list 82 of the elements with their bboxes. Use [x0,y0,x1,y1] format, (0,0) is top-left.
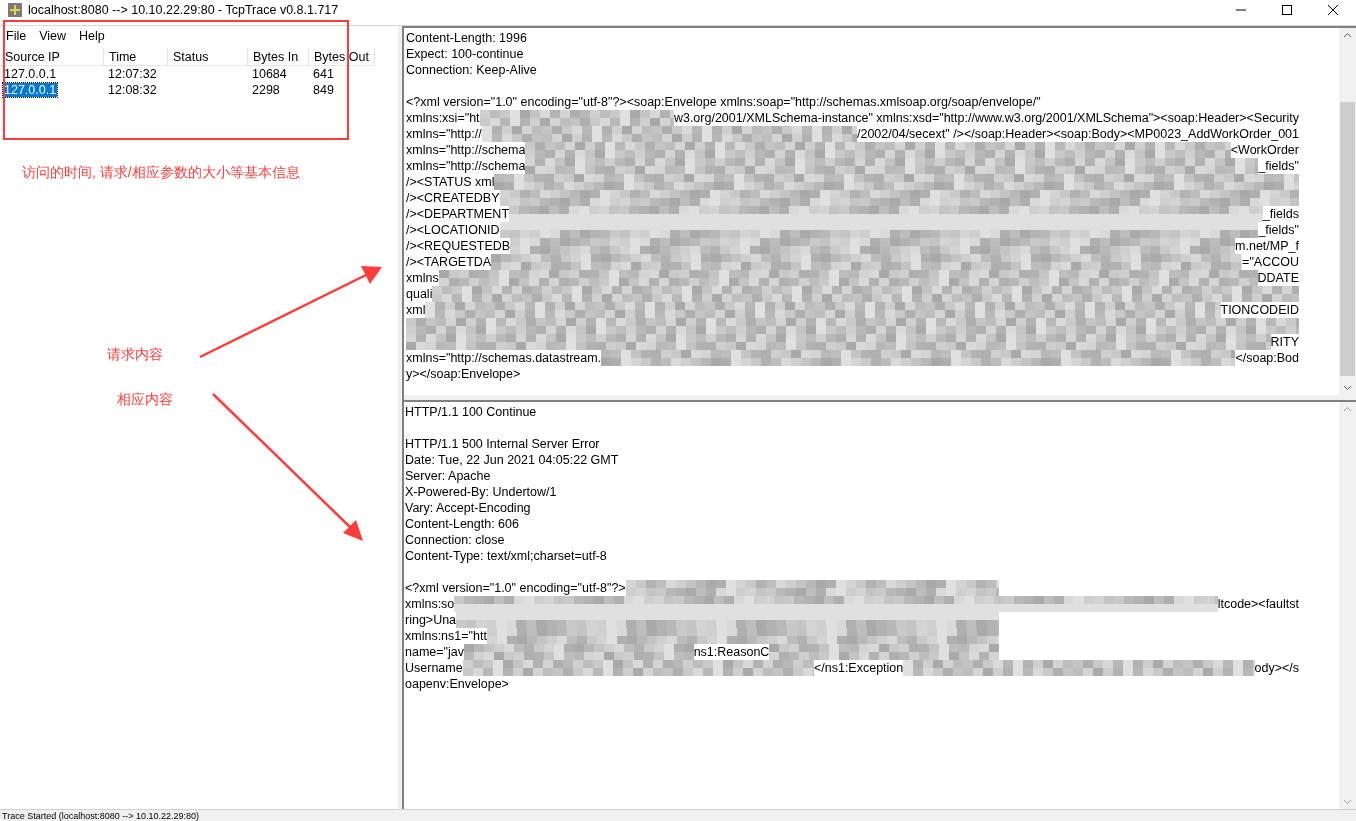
text-fragment: xmlns [406,270,439,286]
text-fragment: /><DEPARTMENT [406,206,510,222]
table-cell: 10684 [252,67,287,81]
scrollbar[interactable] [1339,28,1356,395]
text-line: Expect: 100-continue [406,46,525,62]
scroll-down-icon [1343,385,1352,391]
text-fragment: xmlns:ns1="htt [405,628,487,644]
text-fragment: xmlns="http://schema [406,142,526,158]
text-line: Connection: Keep-Alive [406,62,538,78]
text-fragment: /2002/04/secext" /></soap:Header><soap:Body><MP0023_AddWorkOrder_001 [857,126,1299,142]
text-line: HTTP/1.1 500 Internal Server Error [405,436,601,452]
text-fragment: xmlns="http://schemas.datastream. [406,350,602,366]
column-header[interactable]: Time [104,48,168,65]
menu-item[interactable]: Help [79,26,105,46]
menu-item[interactable]: View [39,26,67,46]
table-cell: 2298 [252,83,280,97]
text-fragment: _fields [1262,206,1299,222]
text-fragment: _fields" [1258,222,1299,238]
column-header[interactable]: Bytes Out [309,48,375,65]
maximize-icon [1282,5,1292,15]
text-fragment: xml [406,302,426,318]
text-fragment: </ns1:Exception [813,660,904,676]
text-line: <?xml version="1.0" encoding="utf-8"?><soap:Envelope xmlns:soap="http://schemas.xmlsoap.org/soap/envelope/" [406,94,1042,110]
text-line: Content-Type: text/xml;charset=utf-8 [405,548,608,564]
table-cell: 849 [313,83,334,97]
text-fragment: xmlns="http:// [406,126,482,142]
text-fragment: _fields" [1258,158,1299,174]
annotation-note: 访问的时间, 请求/相应参数的大小等基本信息 [22,163,300,182]
text-fragment: <WorkOrder [1230,142,1299,158]
text-fragment: /><LOCATIONID [406,222,500,238]
text-fragment: w3.org/2001/XMLSchema-instance" xmlns:xsd="http://www.w3.org/2001/XMLSchema"><soap:Header><Security [673,110,1299,126]
text-line: Connection: close [405,532,506,548]
text-fragment: /><REQUESTEDB [406,238,511,254]
scroll-thumb[interactable] [1340,102,1355,376]
table-cell: 641 [313,67,334,81]
scroll-up-icon [1343,32,1352,38]
text-fragment: ring>Una [405,612,457,628]
text-fragment: ltcode><faultst [1217,596,1299,612]
text-fragment: /><CREATEDBY [406,190,500,206]
text-fragment: name="jav [405,644,464,660]
status-text: Trace Started (localhost:8080 --> 10.10.22.29:80) [1,810,200,821]
window-title: localhost:8080 --> 10.10.22.29:80 - TcpTrace v0.8.1.717 [28,1,339,19]
annotation-note: 请求内容 [107,345,163,364]
text-line: Server: Apache [405,468,492,484]
text-fragment: DDATE [1257,270,1299,286]
text-line: y></soap:Envelope> [406,366,522,382]
text-fragment: </soap:Bod [1235,350,1299,366]
text-fragment: /><STATUS xml [406,174,495,190]
annotation-note: 相应内容 [117,390,173,409]
text-fragment: ns1:ReasonC [693,644,770,660]
table-cell[interactable]: 127.0.0.1 [3,83,58,97]
app-icon [8,3,22,17]
column-header[interactable]: Source IP [0,48,104,65]
text-fragment: xmlns="http://schema [406,158,526,174]
text-fragment: TIONCODEID [1220,302,1299,318]
table-cell[interactable]: 127.0.0.1 [4,67,57,81]
text-fragment: xmlns:xsi="ht [406,110,480,126]
text-fragment: <?xml version="1.0" encoding="utf-8"?> [405,580,626,596]
text-fragment: xmlns:so [405,596,455,612]
text-fragment: Username [405,660,463,676]
column-header[interactable]: Bytes In [248,48,309,65]
text-line: HTTP/1.1 100 Continue [405,404,538,420]
table-cell: 12:07:32 [108,67,157,81]
close-icon [1328,5,1338,15]
menu-item[interactable]: File [6,26,27,46]
text-fragment: quali [406,286,433,302]
text-fragment: /><TARGETDA [406,254,492,270]
table-cell: 12:08:32 [108,83,157,97]
text-line: Date: Tue, 22 Jun 2021 04:05:22 GMT [405,452,620,468]
text-line: Content-Length: 606 [405,516,520,532]
text-fragment: RITY [1270,334,1299,350]
text-line: X-Powered-By: Undertow/1 [405,484,558,500]
scroll-up-icon [1343,406,1352,412]
scroll-down-icon [1343,799,1352,805]
text-fragment: ody></s [1254,660,1299,676]
column-header[interactable]: Status [168,48,248,65]
text-fragment: ="ACCOU [1242,254,1299,270]
scrollbar[interactable] [1339,402,1356,809]
text-line: oapenv:Envelope> [405,676,510,692]
text-fragment: m.net/MP_f [1235,238,1299,254]
text-line: Vary: Accept-Encoding [405,500,532,516]
text-line: Content-Length: 1996 [406,30,528,46]
